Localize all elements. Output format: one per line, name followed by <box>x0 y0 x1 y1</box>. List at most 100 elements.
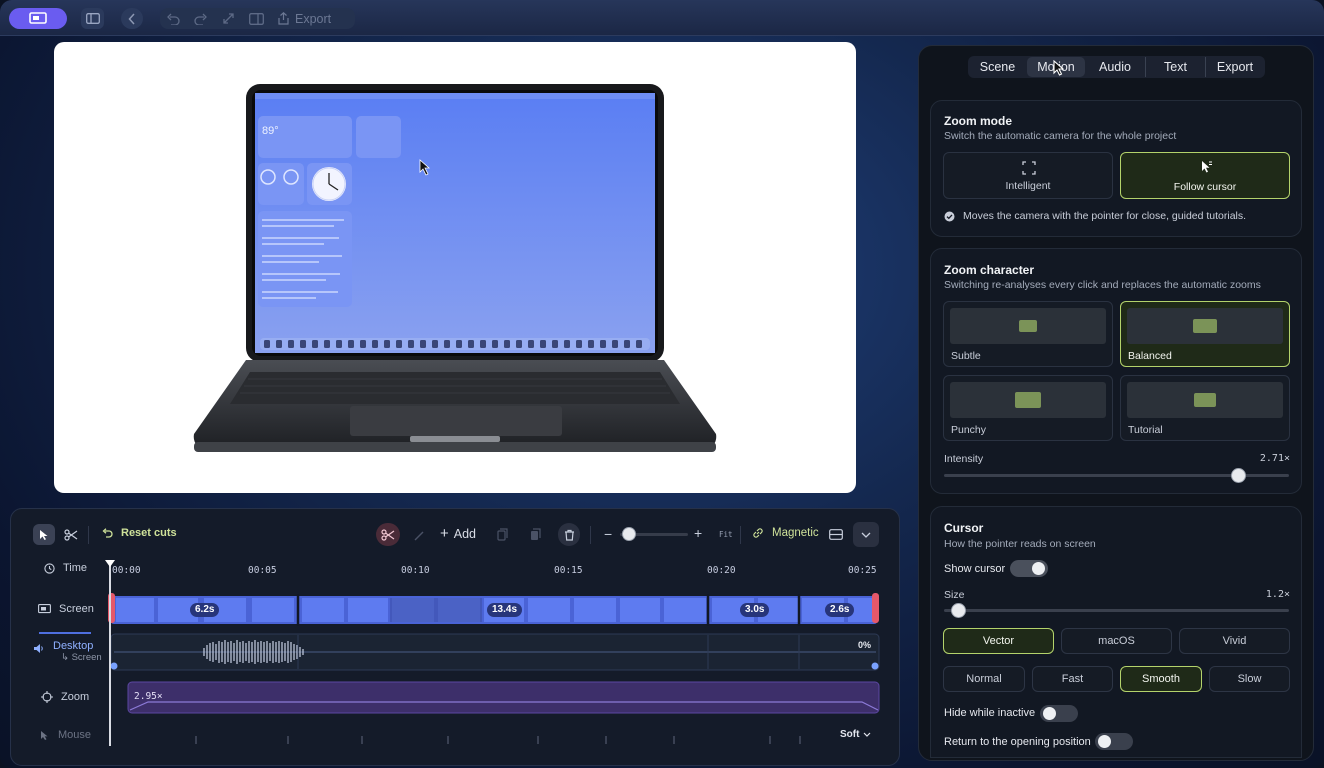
zoom-mode-intelligent[interactable]: Intelligent <box>943 152 1113 199</box>
tutorial-label: Tutorial <box>1128 424 1163 436</box>
inspector-tabs: Scene Motion Audio Text Export <box>968 56 1265 78</box>
cursor-speed-smooth[interactable]: Smooth <box>1120 666 1202 692</box>
ruler-tick: 00:05 <box>248 565 277 576</box>
track-mouse-text: Mouse <box>58 729 92 741</box>
timeline-zoom-knob[interactable] <box>622 527 636 541</box>
size-slider-track[interactable] <box>944 609 1289 612</box>
tab-audio[interactable]: Audio <box>1085 57 1145 77</box>
split-button[interactable] <box>376 523 400 546</box>
cursor-speed-slow[interactable]: Slow <box>1209 666 1290 692</box>
redo-icon[interactable] <box>194 13 208 25</box>
zoom-character-subtitle: Switching re-analyses every click and re… <box>944 279 1261 291</box>
toolbar-divider <box>590 526 591 544</box>
zoom-mode-follow-cursor[interactable]: Follow cursor <box>1120 152 1290 199</box>
layout-toggle-button[interactable] <box>827 524 845 545</box>
zoom-character-tutorial[interactable]: Tutorial <box>1120 375 1290 441</box>
trash-icon <box>564 529 574 541</box>
focus-frame-icon <box>1022 161 1036 175</box>
track-label-screen[interactable]: Screen <box>38 603 94 615</box>
clip-duration-badge: 3.0s <box>740 603 770 617</box>
add-button[interactable]: + Add <box>440 526 476 541</box>
track-label-zoom[interactable]: Zoom <box>41 691 89 703</box>
toolbar-divider <box>740 526 741 544</box>
fit-button[interactable]: Fit <box>719 530 733 539</box>
return-opening-toggle[interactable] <box>1095 733 1133 750</box>
export-top-button[interactable]: Export <box>278 12 331 26</box>
mouse-track[interactable] <box>108 730 883 748</box>
zoom-segment-value: 2.95× <box>134 691 163 702</box>
cursor-speed-normal[interactable]: Normal <box>943 666 1025 692</box>
select-tool-button[interactable] <box>33 524 55 545</box>
speaker-icon <box>34 644 43 653</box>
cursor-style-macos[interactable]: macOS <box>1061 628 1172 654</box>
intensity-label: Intensity <box>944 453 984 465</box>
ruler-tick: 00:10 <box>401 565 430 576</box>
zoom-mode-subtitle: Switch the automatic camera for the whol… <box>944 130 1177 142</box>
resize-icon[interactable] <box>222 12 235 25</box>
track-desktop-text: Desktop <box>53 640 94 652</box>
tab-text[interactable]: Text <box>1145 57 1205 77</box>
back-button[interactable] <box>121 8 143 29</box>
sidebar-toggle-button[interactable] <box>81 8 104 29</box>
chevron-down-icon <box>861 532 871 538</box>
scissors-icon <box>64 528 78 541</box>
track-time-text: Time <box>63 562 88 574</box>
zoom-in-button[interactable]: + <box>694 526 702 540</box>
zoom-character-balanced[interactable]: Balanced <box>1120 301 1290 367</box>
cursor-speed-fast[interactable]: Fast <box>1032 666 1113 692</box>
record-button[interactable] <box>9 8 67 29</box>
clock-icon <box>44 562 55 574</box>
collapse-timeline-button[interactable] <box>853 522 879 547</box>
tab-scene[interactable]: Scene <box>968 57 1027 77</box>
tab-export[interactable]: Export <box>1205 57 1264 77</box>
check-circle-icon <box>944 211 955 221</box>
playhead-handle[interactable] <box>105 560 115 568</box>
delete-button[interactable] <box>558 523 580 546</box>
balanced-preview <box>1127 308 1283 344</box>
zoom-character-subtle[interactable]: Subtle <box>943 301 1113 367</box>
cut-tool-button[interactable] <box>60 524 82 545</box>
undo-icon[interactable] <box>166 13 180 25</box>
duplicate-button[interactable] <box>525 524 545 545</box>
zoom-track[interactable] <box>126 680 882 716</box>
size-slider-knob[interactable] <box>950 603 966 618</box>
magic-tool-button[interactable] <box>410 524 430 545</box>
intensity-slider-knob[interactable] <box>1231 468 1247 483</box>
duplicate-icon <box>530 528 541 540</box>
punchy-label: Punchy <box>951 424 987 436</box>
edit-actions-group: Export <box>160 8 355 29</box>
weather-temp: 89° <box>262 125 279 137</box>
hide-inactive-toggle[interactable] <box>1040 705 1078 722</box>
track-label-mouse[interactable]: Mouse <box>40 729 91 741</box>
scissors-icon <box>381 528 395 541</box>
clip-duration-badge: 13.4s <box>487 603 523 617</box>
copy-icon <box>496 528 508 541</box>
crosshair-icon <box>41 691 53 703</box>
layout-icon[interactable] <box>249 12 264 25</box>
audio-track[interactable] <box>108 632 883 672</box>
mouse-smoothing-select[interactable]: Soft <box>840 729 871 740</box>
size-value: 1.2× <box>1265 589 1290 600</box>
zoom-character-punchy[interactable]: Punchy <box>943 375 1113 441</box>
cursor-style-vivid[interactable]: Vivid <box>1179 628 1290 654</box>
show-cursor-toggle[interactable] <box>1010 560 1048 577</box>
cursor-style-vector[interactable]: Vector <box>943 628 1054 654</box>
desktop-track-indicator <box>39 632 91 634</box>
zoom-out-button[interactable]: − <box>604 527 612 541</box>
chevron-left-icon <box>128 12 135 25</box>
track-screen-text: Screen <box>59 603 94 615</box>
screen-record-icon <box>29 12 47 24</box>
playhead[interactable] <box>109 562 111 746</box>
reset-cuts-button[interactable]: Reset cuts <box>102 527 177 539</box>
pointer-icon <box>40 529 48 540</box>
track-label-desktop[interactable]: Desktop ↳ Screen <box>33 640 102 664</box>
zoom-mode-note-text: Moves the camera with the pointer for cl… <box>963 210 1247 222</box>
magnetic-toggle[interactable]: Magnetic <box>752 527 819 539</box>
sidebar-icon <box>85 13 100 24</box>
copy-button[interactable] <box>492 524 512 545</box>
ruler-tick: 00:25 <box>848 565 877 576</box>
cursor-subtitle: How the pointer reads on screen <box>944 538 1096 550</box>
zoom-mode-title: Zoom mode <box>944 114 1012 128</box>
preview-canvas[interactable]: 89° <box>54 42 856 493</box>
hide-inactive-label: Hide while inactive <box>944 707 1036 719</box>
